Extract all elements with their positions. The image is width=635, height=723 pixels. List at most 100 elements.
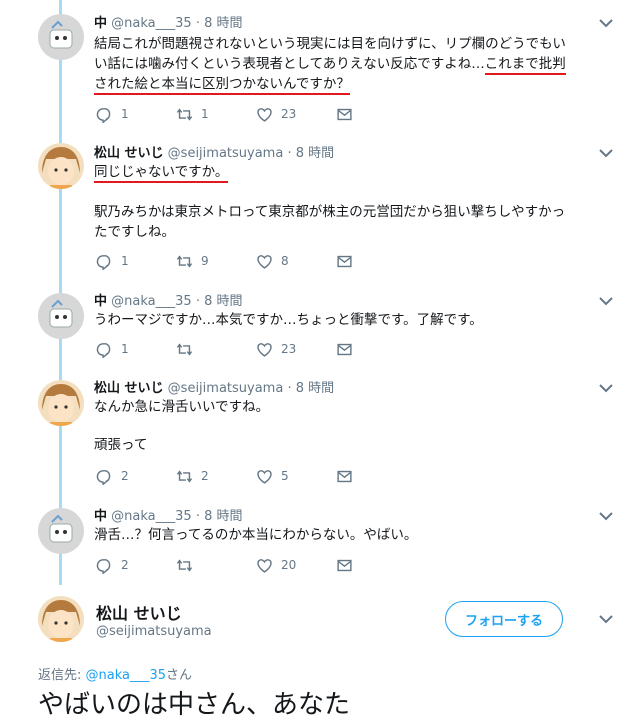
tweet-header: 松山 せいじ @seijimatsuyama · 8 時間 [94,142,334,161]
avatar[interactable] [38,14,84,60]
heart-icon [256,468,273,485]
user-handle[interactable]: @seijimatsuyama [168,146,284,161]
text-line: い話には噛み付くという表現者としてありえない反応ですよね…これまで批判 [94,54,614,75]
avatar[interactable] [38,380,84,426]
retweet-button[interactable]: 2 [176,466,209,486]
dm-button[interactable] [336,555,361,575]
user-handle[interactable]: @naka___35 [111,294,192,309]
chevron-down-icon[interactable] [599,296,613,306]
tweet-time[interactable]: · 8 時間 [196,509,243,524]
envelope-icon [336,468,353,485]
chevron-down-icon[interactable] [599,614,613,624]
reply-count: 2 [121,558,129,572]
retweet-icon [176,468,193,485]
tweet-header: 中 @naka___35 · 8 時間 [94,290,242,309]
like-count: 20 [281,558,297,572]
tweet-actions: 2 2 5 [96,466,396,486]
chevron-down-icon[interactable] [599,18,613,28]
reply-icon [96,253,113,270]
underlined-text: された絵と本当に区別つかないんですか？ [94,76,350,95]
retweet-button[interactable]: 1 [176,104,209,124]
tweet-time[interactable]: · 8 時間 [287,381,334,396]
tweet-actions: 1 23 [96,339,396,359]
text-part: い話には噛み付くという表現者としてありえない反応ですよね… [94,56,485,72]
like-button[interactable]: 5 [256,466,289,486]
avatar[interactable] [38,143,84,189]
retweet-button[interactable] [176,555,201,575]
like-button[interactable]: 20 [256,555,296,575]
dm-button[interactable] [336,251,361,271]
reply-count: 1 [121,254,129,268]
user-name[interactable]: 中 [94,509,107,524]
avatar[interactable] [38,293,84,339]
tweet-text: 同じじゃないですか。 駅乃みちかは東京メトロって東京都が株主の元営団だから狙い撃… [94,162,614,242]
envelope-icon [336,106,353,123]
like-button[interactable]: 23 [256,104,296,124]
tweet-time[interactable]: · 8 時間 [287,146,334,161]
reply-to-link[interactable]: @naka___35 [86,668,167,683]
retweet-button[interactable]: 9 [176,251,209,271]
envelope-icon [336,253,353,270]
heart-icon [256,557,273,574]
reply-to-prefix: 返信先: [38,668,86,683]
retweet-count: 2 [201,469,209,483]
main-tweet-text: やばいのは中さん、あなた [38,690,351,720]
like-count: 5 [281,469,289,483]
tweet-text: うわーマジですか…本気ですか…ちょっと衝撃です。了解です。 [94,310,614,330]
like-count: 23 [281,107,297,121]
avatar[interactable] [38,508,84,554]
tweet-actions: 1 9 8 [96,251,396,271]
user-name[interactable]: 中 [94,16,107,31]
reply-button[interactable]: 2 [96,466,129,486]
user-name[interactable]: 松山 せいじ [94,146,164,161]
reply-button[interactable]: 2 [96,555,129,575]
like-button[interactable]: 8 [256,251,289,271]
user-handle[interactable]: @seijimatsuyama [96,624,212,639]
user-handle[interactable]: @naka___35 [111,16,192,31]
text-line: うわーマジですか…本気ですか…ちょっと衝撃です。了解です。 [94,312,483,328]
reply-button[interactable]: 1 [96,251,129,271]
retweet-icon [176,557,193,574]
dm-button[interactable] [336,466,361,486]
text-line: なんか急に滑舌いいですね。 [94,399,270,415]
retweet-count: 1 [201,107,209,121]
tweet-actions: 1 1 23 [96,104,396,124]
underlined-text: これまで批判 [484,56,566,75]
reply-to-suffix: さん [166,668,193,683]
user-name[interactable]: 松山 せいじ [96,600,182,624]
dm-button[interactable] [336,104,361,124]
chevron-down-icon[interactable] [599,383,613,393]
tweet-header: 中 @naka___35 · 8 時間 [94,505,242,524]
heart-icon [256,341,273,358]
tweet-actions: 2 20 [96,555,396,575]
heart-icon [256,253,273,270]
user-name[interactable]: 中 [94,294,107,309]
retweet-count: 9 [201,254,209,268]
reply-button[interactable]: 1 [96,104,129,124]
user-name[interactable]: 松山 せいじ [94,381,164,396]
like-button[interactable]: 23 [256,339,296,359]
user-handle[interactable]: @seijimatsuyama [168,381,284,396]
reply-button[interactable]: 1 [96,339,129,359]
envelope-icon [336,341,353,358]
avatar[interactable] [38,596,84,642]
tweet-time[interactable]: · 8 時間 [196,294,243,309]
reply-count: 1 [121,107,129,121]
reply-icon [96,557,113,574]
reply-icon [96,341,113,358]
text-line: 頑張って [94,437,148,453]
reply-icon [96,468,113,485]
chevron-down-icon[interactable] [599,511,613,521]
dm-button[interactable] [336,339,361,359]
retweet-button[interactable] [176,339,201,359]
heart-icon [256,106,273,123]
tweet-time[interactable]: · 8 時間 [196,16,243,31]
envelope-icon [336,557,353,574]
chevron-down-icon[interactable] [599,148,613,158]
tweet-header: 松山 せいじ @seijimatsuyama · 8 時間 [94,377,334,396]
reply-to: 返信先: @naka___35さん [38,664,192,683]
retweet-icon [176,341,193,358]
follow-button[interactable]: フォローする [445,601,563,637]
retweet-icon [176,106,193,123]
user-handle[interactable]: @naka___35 [111,509,192,524]
